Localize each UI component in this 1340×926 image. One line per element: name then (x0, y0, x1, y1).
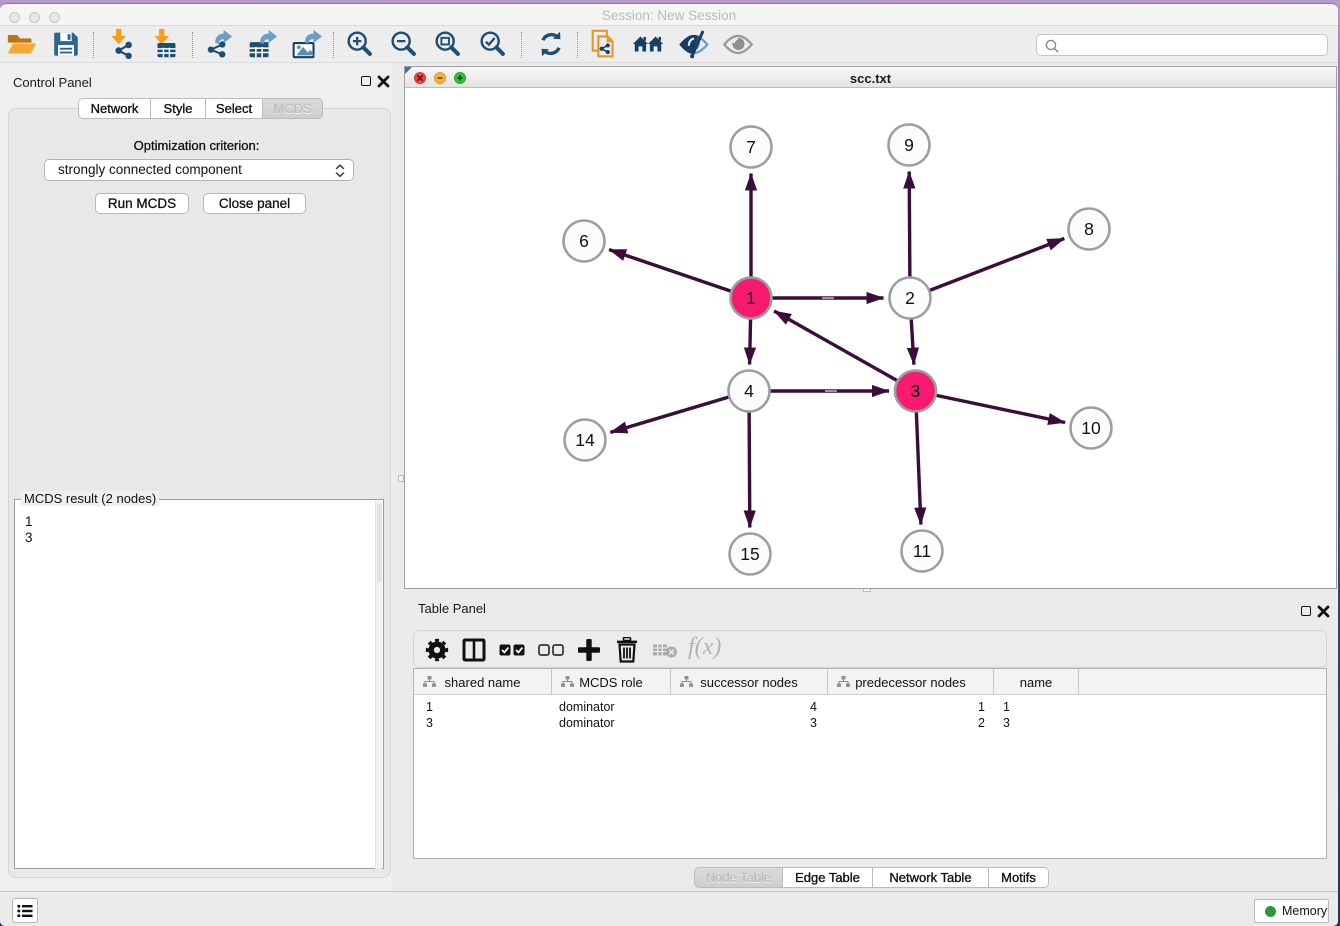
svg-text:2: 2 (905, 288, 915, 308)
svg-text:4: 4 (744, 381, 754, 401)
svg-text:1: 1 (746, 288, 756, 308)
svg-text:6: 6 (579, 231, 589, 251)
svg-text:14: 14 (575, 430, 595, 450)
svg-text:15: 15 (740, 544, 759, 564)
svg-text:7: 7 (746, 137, 756, 157)
svg-text:3: 3 (911, 381, 921, 401)
svg-text:9: 9 (904, 135, 914, 155)
svg-text:8: 8 (1084, 219, 1094, 239)
svg-text:11: 11 (913, 541, 931, 561)
svg-text:10: 10 (1081, 418, 1101, 438)
